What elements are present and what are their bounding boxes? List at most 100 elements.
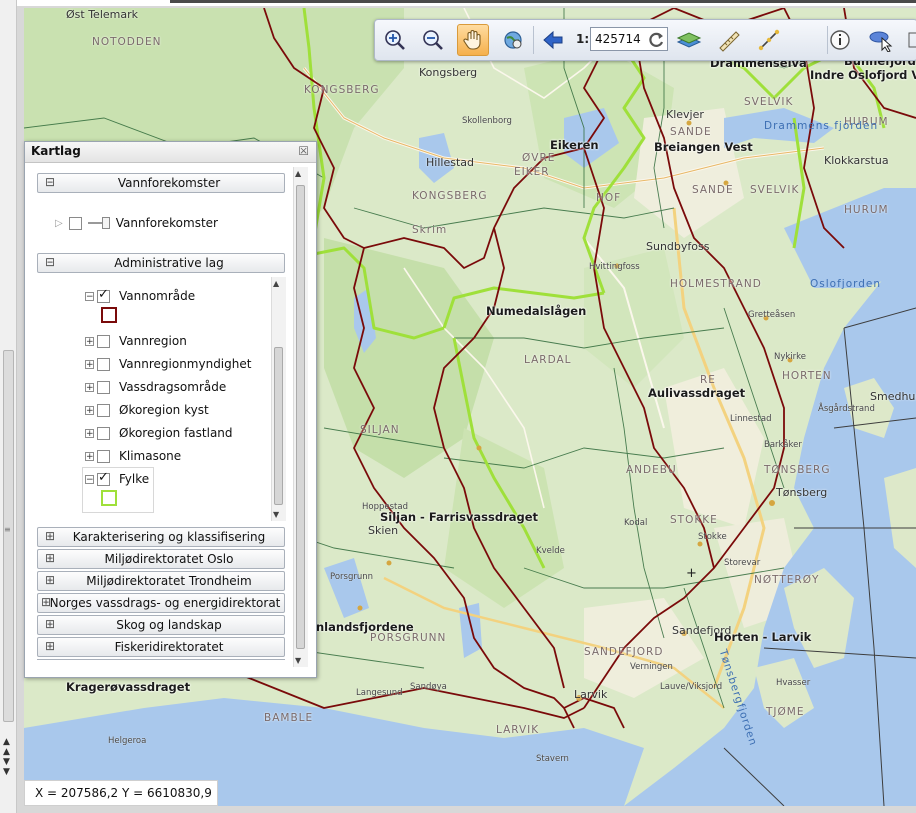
expand-icon[interactable]: +: [85, 451, 94, 461]
layer-panel: Kartlag ☒ ⊟ Vannforekomster ▷ Vannforeko…: [24, 141, 317, 678]
top-dark-band: [170, 0, 916, 3]
collapse-icon[interactable]: −: [85, 291, 94, 301]
collapse-icon[interactable]: ⊟: [45, 255, 55, 269]
measure-button[interactable]: [713, 24, 745, 56]
layer-checkbox[interactable]: [97, 380, 110, 394]
pan-button[interactable]: [457, 24, 489, 56]
section-label: Norges vassdrags- og energidirektorat: [49, 596, 281, 610]
left-scrollbar-thumb[interactable]: [3, 350, 14, 722]
layer-row-okoregion-kyst[interactable]: + Økoregion kyst: [85, 401, 209, 419]
expand-icon[interactable]: ⊞: [45, 639, 55, 653]
expand-arrows-icon[interactable]: ▲ ▲ ▼ ▼: [3, 737, 10, 777]
expand-icon[interactable]: +: [85, 405, 94, 415]
section-label: Skog og landskap: [116, 618, 222, 632]
info-button[interactable]: [824, 24, 856, 56]
globe-zoom-icon: [504, 31, 522, 49]
layer-checkbox[interactable]: [97, 403, 110, 417]
section-administrative-lag[interactable]: ⊟ Administrative lag: [37, 253, 285, 273]
info-icon: [830, 30, 850, 50]
section-karakterisering[interactable]: ⊞ Karakterisering og klassifisering: [37, 527, 285, 547]
more-tools-button[interactable]: [905, 24, 916, 56]
expand-icon[interactable]: +: [85, 382, 94, 392]
layer-row-klimasone[interactable]: + Klimasone: [85, 447, 181, 465]
layer-panel-body: ⊟ Vannforekomster ▷ Vannforekomster ⊟ Ad…: [25, 163, 316, 677]
layer-row-okoregion-fastland[interactable]: + Økoregion fastland: [85, 424, 233, 442]
back-button[interactable]: [537, 24, 569, 56]
scroll-down-icon[interactable]: ▼: [295, 656, 301, 665]
layer-checkbox[interactable]: [97, 426, 110, 440]
layer-checkbox[interactable]: [97, 470, 110, 486]
layer-checkbox[interactable]: [97, 449, 110, 463]
expand-icon[interactable]: +: [85, 359, 94, 369]
hand-icon: [463, 30, 481, 50]
scroll-thumb[interactable]: [296, 185, 305, 649]
expand-icon[interactable]: ⊞: [45, 573, 55, 587]
map-toolbar: 1:: [374, 19, 916, 61]
layer-checkbox[interactable]: [68, 216, 82, 230]
layer-panel-scrollbar[interactable]: ▲ ▼: [293, 167, 308, 667]
expand-icon[interactable]: ⊞: [45, 529, 55, 543]
collapse-icon[interactable]: ⊟: [45, 175, 55, 189]
section-miljodirektoratet-trondheim[interactable]: ⊞ Miljødirektoratet Trondheim: [37, 571, 285, 591]
layer-checkbox[interactable]: [97, 334, 110, 348]
section-nve[interactable]: ⊞ Norges vassdrags- og energidirektorat: [37, 593, 285, 613]
next-section-edge: [37, 659, 285, 664]
zoom-out-button[interactable]: [417, 24, 449, 56]
layer-row-vannforekomster[interactable]: ▷ Vannforekomster: [55, 214, 218, 232]
ruler-icon: [719, 31, 740, 52]
legend-swatch-vannomrade: [101, 307, 117, 323]
expand-icon[interactable]: ⊞: [45, 551, 55, 565]
left-scrollbar[interactable]: ≡ ▲ ▲ ▼ ▼: [0, 0, 17, 813]
section-miljodirektoratet-oslo[interactable]: ⊞ Miljødirektoratet Oslo: [37, 549, 285, 569]
layer-panel-title: Kartlag: [31, 144, 81, 158]
scroll-up-icon[interactable]: ▲: [295, 169, 301, 178]
top-border: [0, 0, 916, 6]
coordinate-text: X = 207586,2 Y = 6610830,9: [35, 786, 212, 800]
layer-label: Vannområde: [119, 289, 196, 303]
section-label: Vannforekomster: [117, 176, 221, 190]
section-label: Miljødirektoratet Trondheim: [86, 574, 252, 588]
layer-label: Økoregion fastland: [119, 426, 233, 440]
grip-icon: ≡: [4, 525, 11, 534]
expand-triangle-icon[interactable]: ▷: [55, 218, 63, 229]
zoom-out-icon: [423, 30, 443, 50]
layer-row-vannregionmyndighet[interactable]: + Vannregionmyndighet: [85, 355, 251, 373]
zoom-in-button[interactable]: [379, 24, 411, 56]
layer-row-vassdragsomrade[interactable]: + Vassdragsområde: [85, 378, 226, 396]
section-label: Administrative lag: [114, 256, 224, 270]
layer-label: Økoregion kyst: [119, 403, 209, 417]
coordinate-readout: X = 207586,2 Y = 6610830,9: [24, 780, 218, 806]
draw-button[interactable]: [753, 24, 785, 56]
layer-label: Klimasone: [119, 449, 182, 463]
section-skog-og-landskap[interactable]: ⊞ Skog og landskap: [37, 615, 285, 635]
scroll-up-icon[interactable]: ▲: [273, 279, 279, 288]
layers-icon: [676, 32, 702, 48]
collapse-icon[interactable]: −: [85, 474, 94, 484]
opacity-slider[interactable]: [87, 217, 110, 229]
layer-checkbox[interactable]: [97, 287, 110, 303]
layer-row-vannregion[interactable]: + Vannregion: [85, 332, 187, 350]
scale-refresh-button[interactable]: [645, 29, 667, 51]
layer-row-fylke[interactable]: − Fylke: [85, 470, 149, 488]
refresh-icon: [649, 32, 664, 47]
admin-layers-scrollbar[interactable]: ▲ ▼: [271, 277, 286, 521]
scroll-down-icon[interactable]: ▼: [273, 510, 279, 519]
section-vannforekomster[interactable]: ⊟ Vannforekomster: [37, 173, 285, 193]
layers-button[interactable]: [673, 24, 705, 56]
expand-icon[interactable]: ⊞: [45, 617, 55, 631]
section-label: Miljødirektoratet Oslo: [104, 552, 234, 566]
layer-row-vannomrade[interactable]: − Vannområde: [85, 287, 195, 305]
close-icon[interactable]: ☒: [298, 144, 309, 158]
expand-icon[interactable]: +: [85, 336, 94, 346]
partial-tool-icon: [908, 32, 916, 48]
layer-panel-header: Kartlag ☒: [25, 142, 316, 163]
zoom-extent-button[interactable]: [497, 24, 529, 56]
zoom-in-icon: [385, 30, 405, 50]
layer-checkbox[interactable]: [97, 357, 110, 371]
section-fiskeridirektoratet[interactable]: ⊞ Fiskeridirektoratet: [37, 637, 285, 657]
layer-label: Vannregion: [119, 334, 187, 348]
scroll-thumb[interactable]: [274, 347, 283, 505]
expand-icon[interactable]: +: [85, 428, 94, 438]
select-button[interactable]: [865, 24, 897, 56]
layer-label: Vannforekomster: [115, 216, 218, 230]
